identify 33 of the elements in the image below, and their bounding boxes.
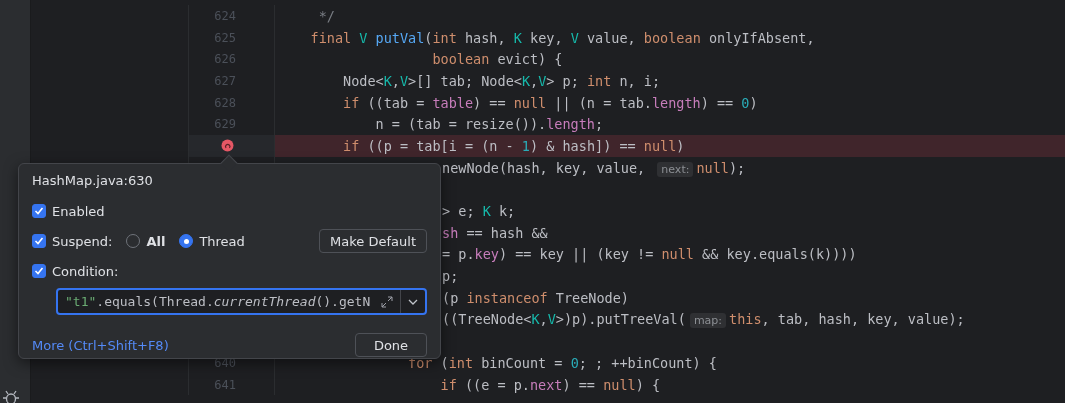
code-line: boolean evict) {: [431, 51, 563, 68]
code-line: sh == hash &&: [442, 224, 548, 241]
code-line: (p instanceof TreeNode): [442, 289, 629, 306]
radio-label: All: [146, 233, 166, 249]
checkbox-label: Suspend:: [52, 233, 113, 249]
checkbox[interactable]: [32, 234, 46, 248]
more-link[interactable]: More (Ctrl+Shift+F8): [32, 337, 169, 353]
done-button[interactable]: Done: [355, 333, 427, 357]
radio-button[interactable]: [179, 234, 194, 248]
code-line: if ((tab = table) == null || (n = tab.length) == 0): [342, 94, 758, 111]
code-line: > e; K k;: [442, 203, 516, 220]
code-line: newNode(hash, key, value, next: null);: [442, 159, 746, 176]
code-line: Node<K,V>[] tab; Node<K,V> p; int n, i;: [342, 72, 661, 89]
code-line: ((TreeNode<K,V>)p).putTreeVal( map: this, tab, hash, key, value);: [442, 311, 965, 328]
radio-label: Thread: [199, 233, 245, 249]
expand-icon[interactable]: [381, 295, 393, 308]
code-line: if ((p = tab[i = (n - 1) & hash]) == null): [342, 137, 685, 154]
checkbox-label: Enabled: [52, 203, 105, 219]
code-line: if ((e = p.next) == null) {: [439, 376, 661, 393]
make-default-button[interactable]: Make Default: [319, 229, 427, 253]
bug-icon[interactable]: [2, 389, 20, 403]
popup-title: HashMap.java:630: [32, 173, 154, 188]
code-line: p;: [442, 268, 459, 285]
checkbox[interactable]: [32, 264, 46, 278]
breakpoint-icon[interactable]: [221, 139, 234, 153]
code-line: = p.key) == key || (key != null && key.equals(k)))): [442, 246, 857, 263]
code-line: n = (tab = resize()).length;: [374, 116, 604, 133]
checkbox-label: Condition:: [52, 263, 119, 279]
code-line: */: [317, 7, 335, 24]
chevron-down-icon[interactable]: [408, 298, 418, 305]
checkbox[interactable]: [32, 204, 46, 218]
condition-field[interactable]: "t1".equals(Thread.currentThread().getN: [56, 288, 427, 315]
code-line: final V putVal(int hash, K key, V value, boolean onlyIfAbsent,: [309, 29, 815, 46]
